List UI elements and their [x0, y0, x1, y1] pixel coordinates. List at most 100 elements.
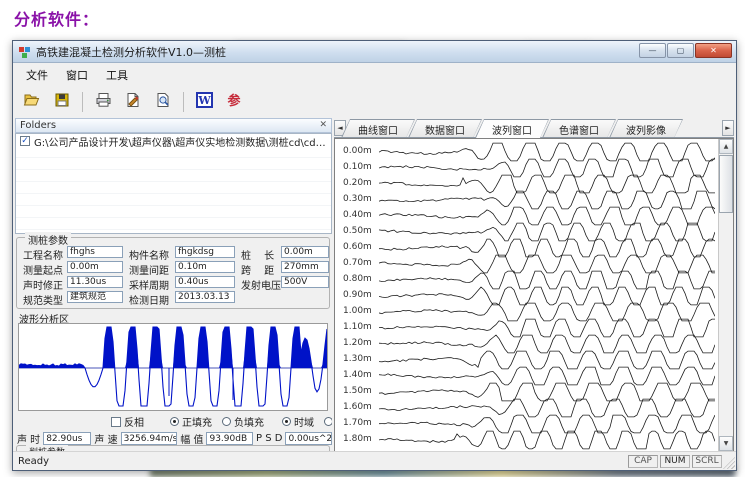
minimize-button[interactable]: — — [639, 43, 666, 58]
depth-label: 1.40m — [343, 370, 372, 380]
radio-selected-icon[interactable] — [282, 417, 291, 426]
readout-label: 声 速 — [94, 431, 117, 446]
depth-label: 1.60m — [343, 402, 372, 412]
wave-list-panel[interactable]: 1.80m1.70m1.60m1.50m1.40m1.30m1.20m1.10m… — [334, 138, 734, 452]
fill-radio-1[interactable]: 负填充 — [222, 414, 264, 429]
param-value[interactable]: 0.00m — [281, 246, 329, 258]
depth-label: 1.20m — [343, 338, 372, 348]
tab-label: 波列窗口 — [476, 120, 548, 138]
tab-scroll-right-icon[interactable]: ► — [722, 120, 734, 136]
toolbar-separator — [82, 92, 83, 112]
wave-rows-plot — [379, 139, 715, 451]
close-button[interactable]: ✕ — [695, 43, 732, 58]
menu-item-0[interactable]: 文件 — [17, 64, 57, 86]
save-icon — [54, 92, 70, 112]
tab-数据窗口[interactable]: 数据窗口 — [408, 119, 482, 138]
tab-色谱窗口[interactable]: 色谱窗口 — [542, 119, 616, 138]
app-window: 高铁建混凝土检测分析软件V1.0—测桩 — ▢ ✕ 文件窗口工具 W参 Fold… — [12, 40, 737, 471]
folders-panel-header[interactable]: Folders ✕ — [15, 118, 332, 133]
param-value[interactable]: fhgkdsg — [175, 246, 235, 258]
readout-label: 幅 值 — [180, 431, 203, 446]
param-label: 构件名称 — [129, 247, 173, 262]
readout-value[interactable]: 3256.94m/s — [121, 432, 178, 445]
open-icon — [23, 92, 41, 112]
toolbar-button-word-export[interactable]: W — [191, 90, 217, 114]
depth-label: 1.30m — [343, 354, 372, 364]
param-label: 测量起点 — [23, 262, 65, 277]
pile-params-group: 测桩参数 工程名称fhghs构件名称fhgkdsg桩 长0.00m测量起点0.0… — [16, 237, 330, 309]
depth-label: 1.50m — [343, 386, 372, 396]
svg-text:参: 参 — [227, 93, 241, 108]
folder-item[interactable]: ✓ G:\公司产品设计开发\超声仪器\超声仪实地检测数据\测桩cd\cd03\c… — [16, 134, 331, 148]
depth-label: 1.10m — [343, 322, 372, 332]
title-bar[interactable]: 高铁建混凝土检测分析软件V1.0—测桩 — ▢ ✕ — [13, 41, 736, 63]
resize-grip[interactable] — [723, 457, 735, 469]
param-value[interactable]: fhghs — [67, 246, 123, 258]
depth-label: 0.90m — [343, 290, 372, 300]
domain-radio-0[interactable]: 时域 — [282, 414, 314, 429]
svg-text:W: W — [197, 94, 211, 107]
invert-label: 反相 — [124, 414, 144, 429]
scroll-down-icon[interactable]: ▼ — [719, 436, 733, 451]
toolbar-button-open[interactable] — [19, 90, 45, 114]
status-bar: Ready CAPNUMSCRL — [13, 451, 736, 470]
toolbar-button-save[interactable] — [49, 90, 75, 114]
toolbar: W参 — [13, 86, 736, 118]
readout-value[interactable]: 0.00us^2/m — [285, 432, 332, 445]
menu-bar: 文件窗口工具 — [13, 63, 736, 87]
param-value[interactable]: 500V — [281, 276, 329, 288]
checkbox-checked-icon[interactable]: ✓ — [20, 136, 30, 146]
radio-unselected-icon[interactable] — [222, 417, 231, 426]
toolbar-button-print-preview[interactable] — [150, 90, 176, 114]
vertical-scrollbar[interactable]: ▲ ▼ — [718, 139, 733, 451]
param-value[interactable]: 0.10m — [175, 261, 235, 273]
maximize-button[interactable]: ▢ — [667, 43, 694, 58]
radio-unselected-icon[interactable] — [324, 417, 332, 426]
param-value[interactable]: 2013.03.13 — [175, 291, 235, 303]
waveform-analysis-chart[interactable] — [18, 323, 328, 411]
param-value[interactable]: 0.40us — [175, 276, 235, 288]
tab-波列影像[interactable]: 波列影像 — [609, 119, 683, 138]
fill-label: 正填充 — [182, 414, 212, 429]
toolbar-button-parameters[interactable]: 参 — [221, 90, 247, 114]
toolbar-button-print[interactable] — [90, 90, 116, 114]
readouts-row: 声 时82.90us声 速3256.94m/s幅 值93.90dBP S D0.… — [17, 431, 332, 445]
tab-曲线窗口[interactable]: 曲线窗口 — [341, 119, 415, 138]
waveform-controls: 反相 正填充 负填充 时域频域 — [15, 415, 332, 428]
param-value[interactable]: 建筑规范 — [67, 291, 123, 303]
tab-label: 波列影像 — [610, 120, 682, 138]
param-label: 采样周期 — [129, 277, 173, 292]
fill-label: 负填充 — [234, 414, 264, 429]
depth-label: 0.40m — [343, 210, 372, 220]
depth-label: 0.30m — [343, 194, 372, 204]
invert-checkbox[interactable]: 反相 — [111, 414, 144, 429]
toolbar-button-print-setup[interactable] — [120, 90, 146, 114]
checkbox-unchecked-icon[interactable] — [111, 417, 121, 427]
word-export-icon: W — [196, 92, 213, 112]
status-text: Ready — [13, 456, 49, 467]
param-value[interactable]: 270mm — [281, 261, 329, 273]
menu-item-2[interactable]: 工具 — [97, 64, 137, 86]
depth-label: 0.80m — [343, 274, 372, 284]
menu-item-1[interactable]: 窗口 — [57, 64, 97, 86]
status-indicator-scrl: SCRL — [692, 455, 722, 468]
status-indicator-num: NUM — [660, 455, 690, 468]
close-icon[interactable]: ✕ — [319, 121, 327, 130]
folders-panel-title: Folders — [20, 120, 56, 131]
radio-selected-icon[interactable] — [170, 417, 179, 426]
folders-list[interactable]: ✓ G:\公司产品设计开发\超声仪器\超声仪实地检测数据\测桩cd\cd03\c… — [15, 133, 332, 234]
param-label: 规范类型 — [23, 292, 65, 307]
fill-radio-0[interactable]: 正填充 — [170, 414, 212, 429]
depth-label: 1.80m — [343, 434, 372, 444]
param-value[interactable]: 0.00m — [67, 261, 123, 273]
right-pane: ◄ 曲线窗口数据窗口波列窗口色谱窗口波列影像 ► 1.80m1.70m1.60m… — [334, 118, 734, 452]
scroll-up-icon[interactable]: ▲ — [719, 139, 733, 154]
tab-波列窗口[interactable]: 波列窗口 — [475, 119, 549, 138]
tab-label: 曲线窗口 — [342, 120, 414, 138]
readout-value[interactable]: 93.90dB — [206, 432, 253, 445]
domain-radio-1[interactable]: 频域 — [324, 414, 332, 429]
readout-value[interactable]: 82.90us — [43, 432, 91, 445]
param-value[interactable]: 11.30us — [67, 276, 123, 288]
tab-strip: ◄ 曲线窗口数据窗口波列窗口色谱窗口波列影像 ► — [334, 118, 734, 138]
scrollbar-thumb[interactable] — [719, 155, 733, 213]
